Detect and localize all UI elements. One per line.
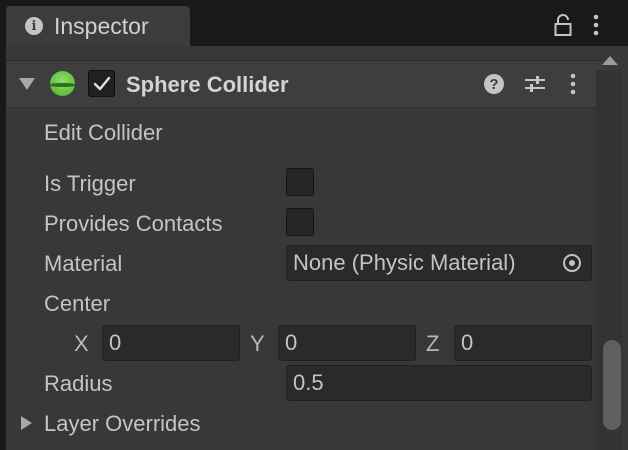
- kebab-menu-icon[interactable]: [569, 73, 577, 95]
- center-z-field[interactable]: 0: [454, 325, 592, 361]
- tab-inspector[interactable]: i Inspector: [6, 6, 190, 46]
- provides-contacts-row: Provides Contacts: [6, 205, 602, 243]
- center-z-label[interactable]: Z: [426, 331, 439, 357]
- radius-value: 0.5: [293, 370, 324, 395]
- is-trigger-row: Is Trigger: [6, 165, 602, 203]
- help-icon[interactable]: ?: [484, 74, 504, 94]
- radius-label[interactable]: Radius: [44, 371, 112, 397]
- center-y-label[interactable]: Y: [250, 331, 265, 357]
- sphere-collider-icon: [50, 71, 75, 96]
- center-z-value: 0: [461, 330, 474, 355]
- material-row: Material None (Physic Material): [6, 245, 602, 283]
- tab-strip: i Inspector: [0, 0, 628, 46]
- material-object-field[interactable]: None (Physic Material): [286, 245, 592, 281]
- provides-contacts-checkbox[interactable]: [286, 208, 314, 236]
- foldout-arrow-icon[interactable]: [19, 78, 35, 90]
- edit-collider-row[interactable]: Edit Collider: [6, 114, 602, 152]
- center-row: Center: [6, 285, 602, 323]
- layer-overrides-label[interactable]: Layer Overrides: [44, 411, 201, 437]
- tab-label: Inspector: [54, 12, 149, 39]
- material-label: Material: [44, 251, 123, 276]
- lock-icon[interactable]: [554, 14, 572, 36]
- info-icon: i: [25, 17, 43, 35]
- material-value: None (Physic Material): [293, 250, 516, 275]
- inspector-panel: Sphere Collider ? Edit Collider Is Trigg…: [6, 46, 628, 450]
- presets-icon[interactable]: [524, 73, 546, 95]
- center-x-label[interactable]: X: [74, 331, 89, 357]
- component-title: Sphere Collider: [126, 72, 289, 97]
- scroll-up-arrow-icon[interactable]: [602, 56, 618, 65]
- center-y-field[interactable]: 0: [278, 325, 416, 361]
- center-vector-row: X 0 Y 0 Z 0: [6, 325, 602, 363]
- component-header[interactable]: Sphere Collider ?: [6, 60, 602, 108]
- center-x-value: 0: [109, 330, 122, 355]
- radius-row: Radius 0.5: [6, 365, 602, 403]
- provides-contacts-label: Provides Contacts: [44, 211, 223, 236]
- center-x-field[interactable]: 0: [102, 325, 240, 361]
- scrollbar-thumb[interactable]: [603, 340, 621, 430]
- layer-overrides-row[interactable]: Layer Overrides: [6, 405, 602, 443]
- center-y-value: 0: [285, 330, 298, 355]
- foldout-arrow-icon[interactable]: [21, 416, 32, 430]
- component-enabled-checkbox[interactable]: [88, 70, 115, 97]
- edit-collider-label[interactable]: Edit Collider: [44, 120, 163, 146]
- kebab-menu-icon[interactable]: [592, 14, 600, 36]
- center-label: Center: [44, 291, 111, 316]
- checkmark-icon: [93, 76, 110, 90]
- radius-field[interactable]: 0.5: [286, 365, 592, 401]
- is-trigger-checkbox[interactable]: [286, 168, 314, 196]
- is-trigger-label: Is Trigger: [44, 171, 136, 196]
- object-picker-icon[interactable]: [563, 254, 581, 272]
